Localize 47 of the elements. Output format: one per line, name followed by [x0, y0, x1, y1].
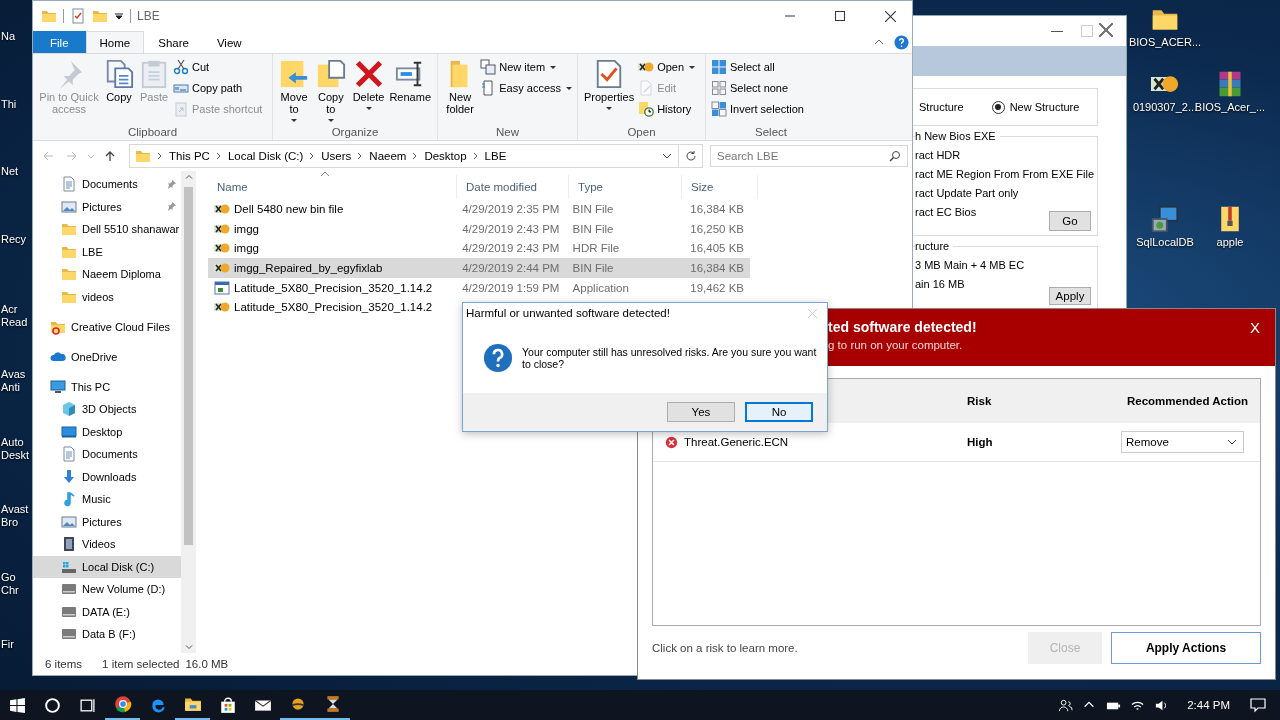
table-cell-text: 4/29/2019 2:43 PM: [461, 222, 561, 235]
dialog-title: Harmful or unwanted software detected!: [466, 307, 670, 319]
table-cell-text: 4/29/2019 1:59 PM: [461, 281, 561, 294]
option-label: 3 MB Main + 4 MB EC: [915, 259, 1025, 271]
file-name: Latitude_5X80_Precision_3520_1.14.2: [234, 281, 433, 294]
table-cell-text: 16,250 KB: [689, 222, 745, 235]
status-text: 16.0 MB: [185, 658, 229, 670]
group-label: New: [496, 126, 519, 138]
alert-title: ted software detected!: [828, 319, 977, 335]
file-name: imgg: [234, 222, 259, 235]
file-name: Latitude_5X80_Precision_3520_1.14.2: [234, 301, 433, 314]
option-label: Structure: [919, 101, 964, 113]
group-label: Clipboard: [127, 126, 178, 138]
table-cell-text: 16,384 KB: [689, 261, 745, 274]
table-cell-text: 4/29/2019 2:43 PM: [461, 242, 561, 255]
table-cell-text: 19,462 KB: [689, 281, 745, 294]
option-label: ract HDR: [915, 149, 961, 161]
status-text: 6 items: [45, 658, 83, 670]
table-cell-text: 4/29/2019 2:44 PM: [461, 261, 561, 274]
file-name: Dell 5480 new bin file: [234, 202, 344, 215]
window-title: LBE: [137, 9, 160, 23]
status-text: 1 item selected: [102, 658, 180, 670]
risk-level: High: [966, 436, 994, 448]
table-cell-text: BIN File: [571, 222, 615, 235]
option-label: ain 16 MB: [915, 278, 965, 290]
file-name: imgg_Repaired_by_egyfixlab: [234, 261, 383, 274]
table-cell-text: BIN File: [571, 202, 615, 215]
dialog-message: Your computer still has unresolved risks. Are you sure you want to close?: [522, 346, 817, 370]
file-name: imgg: [234, 242, 259, 255]
column-header: Risk: [966, 395, 993, 407]
alert-subtitle: g to run on your computer.: [828, 339, 964, 351]
group-label: Open: [627, 126, 656, 138]
group-label: h New Bios EXE: [915, 130, 1000, 142]
column-header: Recommended Action: [1126, 395, 1248, 407]
table-cell-text: 16,405 KB: [689, 242, 745, 255]
option-label: ract EC Bios: [915, 206, 977, 218]
option-label: ract ME Region From From EXE File: [915, 168, 1095, 180]
table-cell-text: BIN File: [571, 261, 615, 274]
table-cell-text: HDR File: [571, 242, 621, 255]
group-label: Organize: [331, 126, 379, 138]
table-cell-text: Application: [571, 281, 630, 294]
table-cell-text: 16,384 KB: [689, 202, 745, 215]
hint-text: Click on a risk to learn more.: [652, 641, 798, 654]
option-label: ract Update Part only: [915, 187, 1019, 199]
table-cell-text: 4/29/2019 2:35 PM: [461, 202, 561, 215]
group-label: Select: [755, 126, 787, 138]
group-label: ructure: [915, 240, 954, 252]
